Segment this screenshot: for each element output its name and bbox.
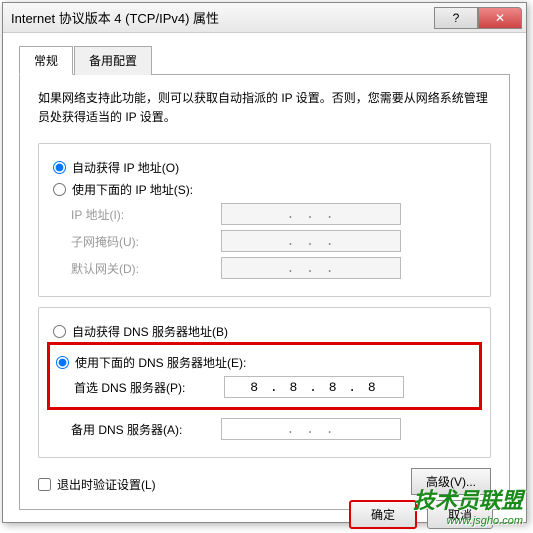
ip-auto-radio[interactable] [53, 161, 66, 174]
gateway-row: 默认网关(D): . . . [71, 257, 476, 279]
dns-manual-row: 使用下面的 DNS 服务器地址(E): [56, 354, 473, 371]
window-controls: ? ✕ [434, 7, 522, 29]
help-button[interactable]: ? [434, 7, 478, 29]
dialog-buttons: 确定 取消 [349, 500, 493, 529]
gateway-input: . . . [221, 257, 401, 279]
content-area: 常规 备用配置 如果网络支持此功能，则可以获取自动指派的 IP 设置。否则，您需… [3, 33, 526, 522]
dns-auto-row: 自动获得 DNS 服务器地址(B) [53, 323, 476, 340]
dns-preferred-row: 首选 DNS 服务器(P): 8 . 8 . 8 . 8 [74, 376, 473, 398]
gateway-label: 默认网关(D): [71, 260, 221, 277]
close-button[interactable]: ✕ [478, 7, 522, 29]
ip-address-label: IP 地址(I): [71, 206, 221, 223]
validate-row: 退出时验证设置(L) [38, 476, 156, 493]
advanced-button[interactable]: 高级(V)... [411, 468, 491, 495]
dns-manual-label[interactable]: 使用下面的 DNS 服务器地址(E): [75, 354, 246, 371]
dns-alternate-row: 备用 DNS 服务器(A): . . . [71, 418, 476, 440]
dns-auto-label[interactable]: 自动获得 DNS 服务器地址(B) [72, 323, 228, 340]
footer-row: 退出时验证设置(L) 高级(V)... [38, 468, 491, 495]
dns-alternate-label: 备用 DNS 服务器(A): [71, 421, 221, 438]
cancel-button[interactable]: 取消 [427, 500, 493, 529]
tab-strip: 常规 备用配置 [19, 45, 510, 75]
description-text: 如果网络支持此功能，则可以获取自动指派的 IP 设置。否则，您需要从网络系统管理… [38, 89, 491, 127]
ip-address-row: IP 地址(I): . . . [71, 203, 476, 225]
ip-manual-row: 使用下面的 IP 地址(S): [53, 181, 476, 198]
dns-auto-radio[interactable] [53, 325, 66, 338]
dns-highlight: 使用下面的 DNS 服务器地址(E): 首选 DNS 服务器(P): 8 . 8… [47, 342, 482, 410]
validate-label[interactable]: 退出时验证设置(L) [57, 476, 156, 493]
ip-auto-label[interactable]: 自动获得 IP 地址(O) [72, 159, 179, 176]
subnet-mask-label: 子网掩码(U): [71, 233, 221, 250]
ip-manual-radio[interactable] [53, 183, 66, 196]
tab-alternate[interactable]: 备用配置 [74, 46, 152, 75]
validate-checkbox[interactable] [38, 478, 51, 491]
subnet-mask-input: . . . [221, 230, 401, 252]
ip-manual-label[interactable]: 使用下面的 IP 地址(S): [72, 181, 193, 198]
window-title: Internet 协议版本 4 (TCP/IPv4) 属性 [7, 8, 434, 27]
dns-manual-radio[interactable] [56, 356, 69, 369]
dns-preferred-label: 首选 DNS 服务器(P): [74, 379, 224, 396]
tab-general[interactable]: 常规 [19, 46, 73, 75]
subnet-mask-row: 子网掩码(U): . . . [71, 230, 476, 252]
properties-dialog: Internet 协议版本 4 (TCP/IPv4) 属性 ? ✕ 常规 备用配… [2, 2, 527, 523]
tab-panel-general: 如果网络支持此功能，则可以获取自动指派的 IP 设置。否则，您需要从网络系统管理… [19, 75, 510, 510]
ok-button[interactable]: 确定 [349, 500, 417, 529]
dns-alternate-input[interactable]: . . . [221, 418, 401, 440]
dns-preferred-input[interactable]: 8 . 8 . 8 . 8 [224, 376, 404, 398]
ip-address-input: . . . [221, 203, 401, 225]
ip-group: 自动获得 IP 地址(O) 使用下面的 IP 地址(S): IP 地址(I): … [38, 143, 491, 297]
dns-group: 自动获得 DNS 服务器地址(B) 使用下面的 DNS 服务器地址(E): 首选… [38, 307, 491, 458]
ip-auto-row: 自动获得 IP 地址(O) [53, 159, 476, 176]
titlebar: Internet 协议版本 4 (TCP/IPv4) 属性 ? ✕ [3, 3, 526, 33]
